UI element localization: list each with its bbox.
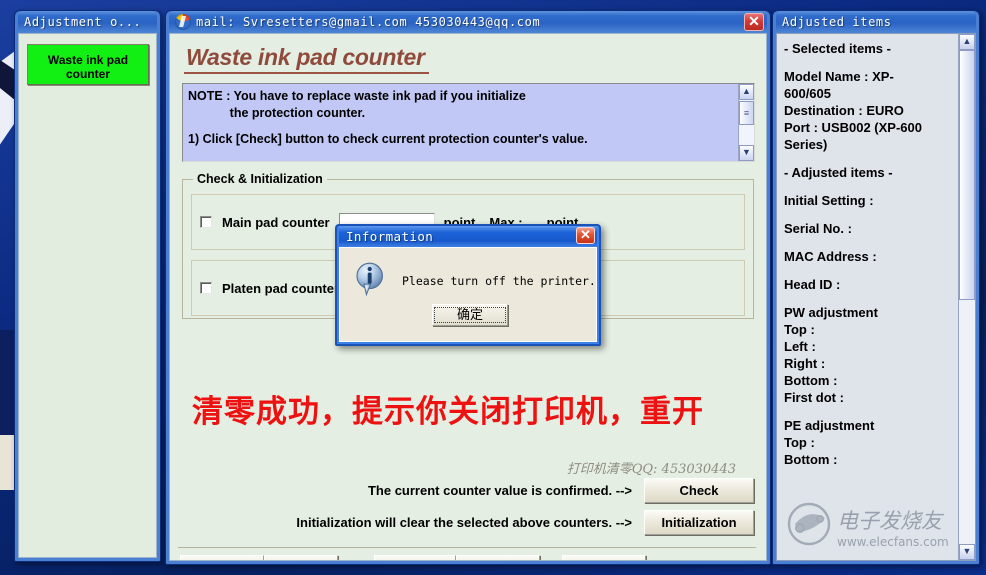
information-icon	[356, 262, 383, 297]
adjusted-items-line: Model Name : XP-	[784, 69, 894, 84]
information-dialog-title: Information	[346, 229, 434, 244]
adjusted-items-spacer	[784, 265, 954, 276]
information-dialog-body: Please turn off the printer. 确定	[339, 247, 597, 342]
initialization-action-row: Initialization will clear the selected a…	[180, 510, 754, 535]
scroll-up-icon[interactable]: ▲	[959, 34, 975, 50]
check-action-row: The current counter value is confirmed. …	[180, 478, 754, 503]
adjusted-items-body: - Selected items - Model Name : XP- 600/60…	[776, 33, 976, 561]
scroll-up-icon[interactable]: ▲	[739, 84, 754, 100]
adjustment-window-title: Adjustment o...	[24, 15, 142, 29]
scrollbar-track[interactable]	[739, 126, 754, 145]
scroll-down-icon[interactable]: ▼	[959, 544, 975, 560]
success-message-overlay: 清零成功，提示你关闭打印机，重开	[192, 394, 704, 430]
adjusted-items-line: - Adjusted items -	[784, 165, 893, 180]
action-rows: The current counter value is confirmed. …	[180, 478, 754, 542]
adjusted-items-line: Top :	[784, 435, 815, 450]
adjusted-items-line: Destination : EURO	[784, 103, 904, 118]
page-title: Waste ink pad counter	[184, 44, 429, 74]
note-line-1: NOTE : You have to replace waste ink pad…	[188, 89, 526, 103]
adjusted-items-line: MAC Address :	[784, 249, 877, 264]
initialization-action-text: Initialization will clear the selected a…	[296, 515, 632, 530]
globe-page-icon	[175, 14, 191, 30]
wallpaper-stripe	[0, 435, 14, 490]
adjusted-items-line: Series)	[784, 137, 828, 152]
adjusted-items-line: Left :	[784, 339, 816, 354]
main-pad-counter-checkbox[interactable]	[200, 216, 212, 228]
ok-button-label: 确定	[434, 307, 506, 323]
check-button[interactable]: Check	[644, 478, 754, 503]
note-line-2: the protection counter.	[188, 106, 366, 120]
adjusted-items-titlebar[interactable]: Adjusted items	[776, 11, 976, 33]
check-action-text: The current counter value is confirmed. …	[367, 483, 632, 498]
platen-pad-counter-checkbox[interactable]	[200, 282, 212, 294]
adjusted-items-line: PW adjustment	[784, 305, 878, 320]
note-line-3: 1) Click [Check] button to check current…	[188, 132, 588, 146]
adjusted-items-line: PE adjustment	[784, 418, 875, 433]
main-window-title: mail: Svresetters@gmail.com 453030443@qq…	[196, 15, 541, 29]
scroll-down-icon[interactable]: ▼	[739, 145, 754, 161]
main-pad-counter-label: Main pad counter	[222, 214, 330, 230]
back-button: < Back	[374, 555, 456, 560]
finish-button[interactable]: Finish	[456, 555, 540, 560]
adjusted-items-line: Head ID :	[784, 277, 841, 292]
adjusted-items-list: - Selected items - Model Name : XP- 600/60…	[777, 34, 958, 560]
adjusted-items-scrollbar[interactable]: ▲ ▼	[958, 34, 975, 560]
information-dialog-titlebar[interactable]: Information ✕	[339, 226, 597, 247]
adjusted-items-title: Adjusted items	[782, 15, 892, 29]
waste-ink-pad-counter-button-label: Waste ink pad counter	[47, 53, 129, 81]
adjusted-items-window: Adjusted items - Selected items - Model N…	[772, 10, 980, 565]
adjusted-items-line: Bottom :	[784, 452, 838, 467]
information-dialog-message: Please turn off the printer.	[402, 274, 596, 288]
adjusted-items-line: First dot :	[784, 390, 844, 405]
adjusted-items-spacer	[784, 153, 954, 164]
check-initialization-legend: Check & Initialization	[197, 172, 323, 186]
note-scrollbar[interactable]: ▲ ≡ ▼	[738, 84, 754, 161]
adjusted-items-spacer	[784, 209, 954, 220]
ok-button[interactable]: 确定	[432, 304, 508, 326]
scrollbar-thumb[interactable]	[959, 50, 975, 300]
adjustment-window-titlebar[interactable]: Adjustment o...	[18, 11, 157, 33]
initialization-button[interactable]: Initialization	[644, 510, 754, 535]
adjusted-items-spacer	[784, 406, 954, 417]
adjusted-items-spacer	[784, 293, 954, 304]
adjusted-items-line: Serial No. :	[784, 221, 852, 236]
footer-button-bar: Get Status Cleaning < Back Finish Cancel	[180, 555, 756, 560]
adjusted-items-line: Initial Setting :	[784, 193, 874, 208]
adjusted-items-spacer	[784, 181, 954, 192]
adjusted-items-line: Port : USB002 (XP-600	[784, 120, 922, 135]
adjusted-items-spacer	[784, 237, 954, 248]
cancel-button[interactable]: Cancel	[562, 555, 646, 560]
adjusted-items-line: Top :	[784, 322, 815, 337]
adjustment-window-body: Waste ink pad counter	[18, 33, 157, 558]
adjusted-items-line: Bottom :	[784, 373, 838, 388]
adjustment-window: Adjustment o... Waste ink pad counter	[14, 10, 161, 562]
cleaning-button[interactable]: Cleaning	[264, 555, 338, 560]
scrollbar-thumb[interactable]: ≡	[739, 101, 754, 125]
note-textarea[interactable]: NOTE : You have to replace waste ink pad…	[182, 83, 755, 162]
adjusted-items-line: 600/605	[784, 86, 831, 101]
close-icon[interactable]: ✕	[576, 227, 595, 244]
adjusted-items-line: - Selected items -	[784, 41, 891, 56]
note-spacer	[188, 122, 734, 131]
information-dialog: Information ✕ Please turn off the printe…	[335, 224, 601, 346]
adjusted-items-spacer	[784, 57, 954, 68]
qq-watermark: 打印机清零QQ: 453030443	[566, 462, 736, 477]
get-status-button[interactable]: Get Status	[180, 555, 264, 560]
adjusted-items-line: Right :	[784, 356, 826, 371]
footer-divider	[178, 547, 756, 548]
platen-pad-counter-label: Platen pad counter	[222, 280, 340, 296]
waste-ink-pad-counter-button[interactable]: Waste ink pad counter	[27, 44, 149, 85]
scrollbar-track[interactable]	[959, 50, 975, 544]
close-icon[interactable]: ✕	[744, 13, 764, 31]
main-window-titlebar[interactable]: mail: Svresetters@gmail.com 453030443@qq…	[169, 11, 767, 33]
